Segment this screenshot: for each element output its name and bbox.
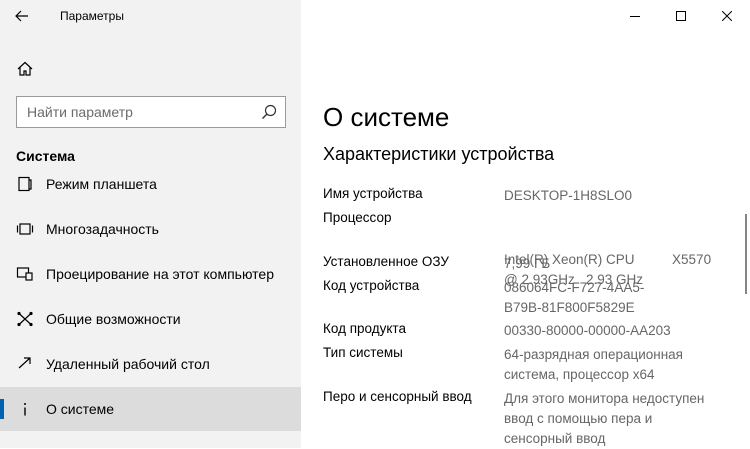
spec-value: 7,99 ГБ xyxy=(504,256,551,271)
back-arrow-icon xyxy=(15,10,28,22)
home-icon xyxy=(17,61,33,76)
scrollbar-thumb[interactable] xyxy=(745,214,747,294)
projecting-icon xyxy=(16,267,33,281)
multitask-icon xyxy=(16,223,34,235)
sidebar-item-label: Удаленный рабочий стол xyxy=(46,356,210,372)
info-icon xyxy=(24,403,26,416)
search-box[interactable] xyxy=(16,96,286,128)
remote-desktop-icon xyxy=(18,357,31,369)
close-icon xyxy=(722,11,732,21)
sidebar-item-label: Режим планшета xyxy=(46,176,157,192)
spec-label: Перо и сенсорный ввод xyxy=(323,389,472,404)
sidebar-item-tablet-mode[interactable]: Режим планшета xyxy=(0,162,301,206)
spec-label: Установленное ОЗУ xyxy=(323,254,449,269)
back-button[interactable] xyxy=(0,0,44,32)
shared-experiences-icon xyxy=(17,311,33,327)
spec-label: Код продукта xyxy=(323,321,406,336)
tablet-icon xyxy=(18,176,32,192)
window-title: Параметры xyxy=(60,9,124,23)
sidebar-item-label: Общие возможности xyxy=(46,311,181,327)
sidebar: Параметры Система Режим планшета Многоза… xyxy=(0,0,301,448)
spec-label: Код устройства xyxy=(323,278,420,293)
main-content: О системе Характеристики устройства Имя … xyxy=(301,0,750,448)
section-title: Характеристики устройства xyxy=(323,144,555,164)
spec-value: DESKTOP-1H8SLO0 xyxy=(504,188,633,203)
search-input[interactable] xyxy=(27,97,257,127)
sidebar-item-about[interactable]: О системе xyxy=(0,387,301,431)
sidebar-item-remote-desktop[interactable]: Удаленный рабочий стол xyxy=(0,342,301,386)
spec-value: Для этого монитора недоступен ввод с помо… xyxy=(504,391,705,446)
window-controls xyxy=(612,0,750,32)
spec-label: Процессор xyxy=(323,210,392,225)
minimize-icon xyxy=(630,16,640,17)
sidebar-item-shared-experiences[interactable]: Общие возможности xyxy=(0,297,301,341)
spec-label: Имя устройства xyxy=(323,186,423,201)
spec-value: 00330-80000-00000-AA203 xyxy=(504,323,671,338)
close-button[interactable] xyxy=(704,0,750,32)
sidebar-item-projecting[interactable]: Проецирование на этот компьютер xyxy=(0,252,301,296)
sidebar-item-label: Проецирование на этот компьютер xyxy=(46,266,274,282)
search-icon[interactable] xyxy=(261,104,277,120)
spec-value: 086064FC-F727-4AA5- B79B-81F800F5829E xyxy=(504,280,645,315)
maximize-button[interactable] xyxy=(658,0,704,32)
sidebar-item-multitasking[interactable]: Многозадачность xyxy=(0,207,301,251)
sidebar-item-label: Многозадачность xyxy=(46,221,159,237)
maximize-icon xyxy=(676,11,686,21)
sidebar-item-label: О системе xyxy=(46,401,115,417)
page-title: О системе xyxy=(323,102,450,132)
home-button[interactable] xyxy=(16,60,34,78)
spec-label: Тип системы xyxy=(323,345,403,360)
spec-value: 64-разрядная операционная система, процес… xyxy=(504,347,683,382)
minimize-button[interactable] xyxy=(612,0,658,32)
active-indicator xyxy=(0,399,4,419)
